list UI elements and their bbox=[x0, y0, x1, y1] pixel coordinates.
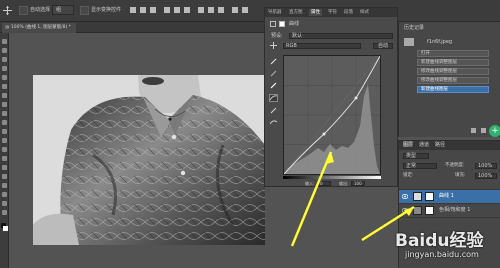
watermark-brand: Baidu经验 bbox=[395, 231, 484, 251]
arrow-to-curve bbox=[290, 151, 333, 247]
watermark-url: jingyan.baidu.com bbox=[405, 250, 479, 259]
arrow-head-layer bbox=[404, 207, 414, 216]
